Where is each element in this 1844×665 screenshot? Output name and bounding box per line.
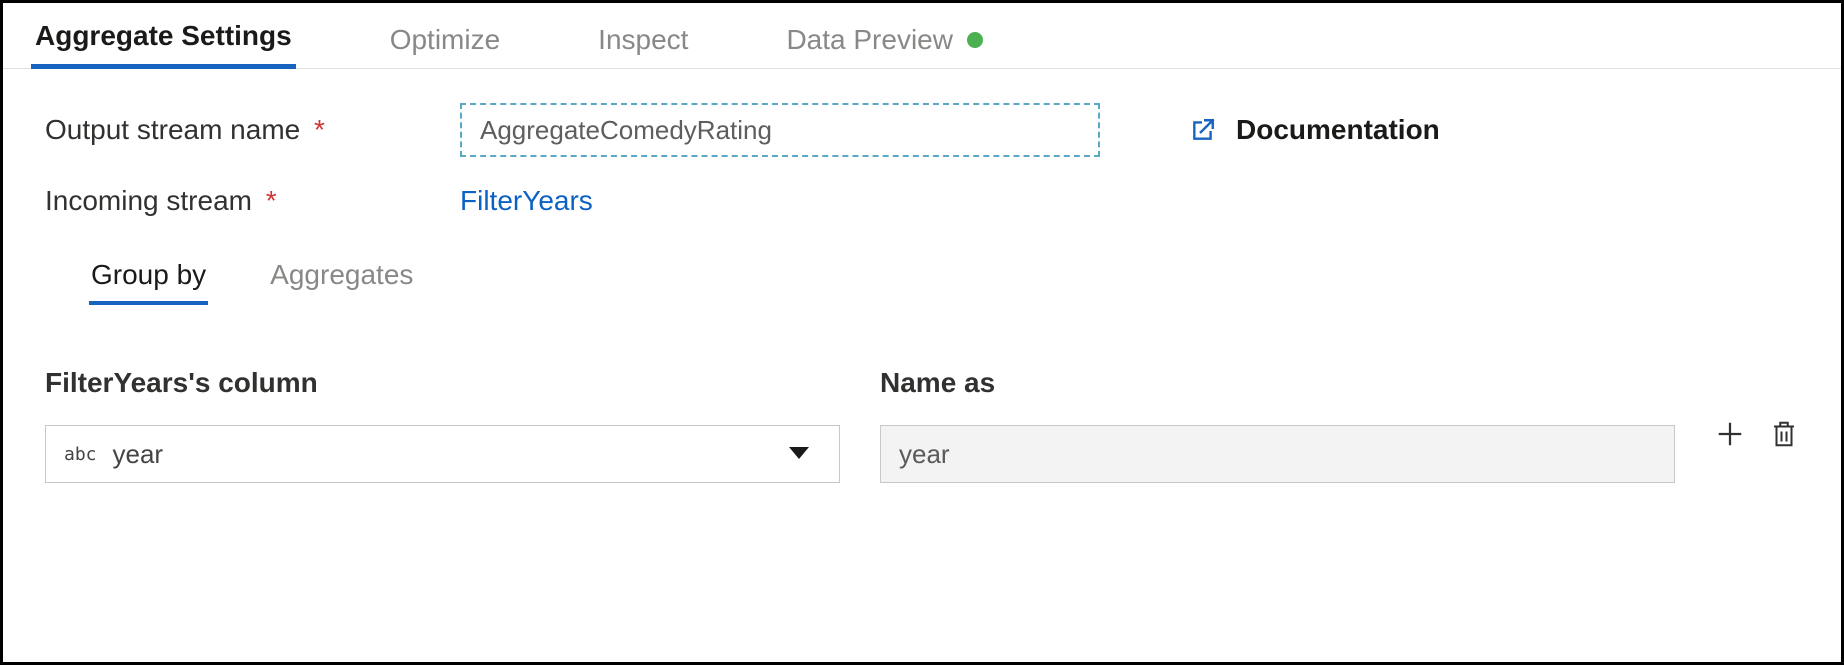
row-output-stream: Output stream name * Documentation (45, 103, 1799, 157)
external-link-icon (1190, 117, 1216, 143)
delete-icon[interactable] (1769, 419, 1799, 449)
required-asterisk: * (266, 185, 277, 216)
subtab-label: Aggregates (270, 259, 413, 290)
documentation-label: Documentation (1236, 114, 1440, 146)
row-incoming-stream: Incoming stream * FilterYears (45, 185, 1799, 217)
name-as-input[interactable] (880, 425, 1675, 483)
tab-optimize[interactable]: Optimize (386, 10, 504, 68)
tab-aggregate-settings[interactable]: Aggregate Settings (31, 6, 296, 69)
subtab-aggregates[interactable]: Aggregates (268, 251, 415, 305)
add-icon[interactable] (1715, 419, 1745, 449)
type-badge: abc (64, 444, 97, 465)
col-name-as: Name as (880, 367, 1675, 483)
label-text: Output stream name (45, 114, 300, 145)
documentation-link[interactable]: Documentation (1190, 114, 1440, 146)
sub-tabs: Group by Aggregates (89, 251, 1799, 305)
select-value: year (113, 439, 164, 470)
label-output-stream: Output stream name * (45, 114, 460, 146)
tab-label: Optimize (390, 24, 500, 56)
subtab-group-by[interactable]: Group by (89, 251, 208, 305)
group-by-columns: FilterYears's column abc year Name as (45, 367, 1799, 483)
tab-label: Inspect (598, 24, 688, 56)
top-tabs: Aggregate Settings Optimize Inspect Data… (3, 3, 1841, 69)
tab-label: Data Preview (786, 24, 953, 56)
incoming-stream-link[interactable]: FilterYears (460, 185, 593, 217)
label-incoming-stream: Incoming stream * (45, 185, 460, 217)
col-header-source: FilterYears's column (45, 367, 840, 399)
form-area: Output stream name * Documentation Incom… (3, 69, 1841, 483)
label-text: Incoming stream (45, 185, 252, 216)
panel-root: Aggregate Settings Optimize Inspect Data… (0, 0, 1844, 665)
required-asterisk: * (314, 114, 325, 145)
source-column-select[interactable]: abc year (45, 425, 840, 483)
output-stream-name-input[interactable] (460, 103, 1100, 157)
status-dot-icon (967, 32, 983, 48)
tab-label: Aggregate Settings (35, 20, 292, 52)
tab-data-preview[interactable]: Data Preview (782, 10, 987, 68)
subtab-label: Group by (91, 259, 206, 290)
col-header-name-as: Name as (880, 367, 1675, 399)
tab-inspect[interactable]: Inspect (594, 10, 692, 68)
chevron-down-icon (789, 447, 809, 461)
row-actions (1715, 367, 1799, 449)
col-source: FilterYears's column abc year (45, 367, 840, 483)
